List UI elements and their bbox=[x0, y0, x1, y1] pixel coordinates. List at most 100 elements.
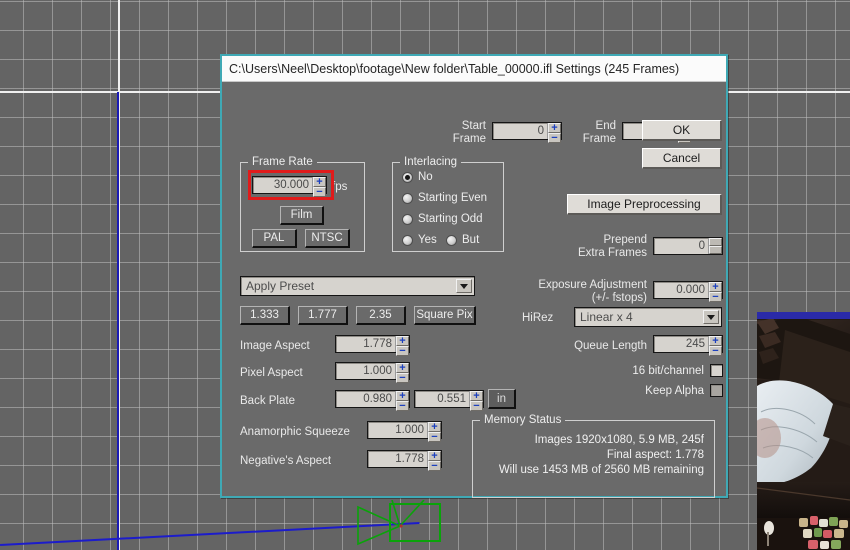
spinner-down-icon[interactable]: − bbox=[428, 432, 441, 443]
bit-depth-checkbox[interactable] bbox=[710, 364, 723, 377]
hirez-label: HiRez bbox=[522, 312, 554, 324]
chevron-down-icon[interactable] bbox=[456, 279, 472, 293]
start-frame-label-line1: Start bbox=[461, 120, 486, 132]
negatives-aspect-spinner[interactable]: + − bbox=[428, 451, 441, 472]
ntsc-preset-button[interactable]: NTSC bbox=[305, 229, 350, 248]
interlacing-option-no[interactable]: No bbox=[402, 171, 433, 183]
back-plate-spinner-1[interactable]: + − bbox=[396, 391, 409, 412]
negatives-aspect-field[interactable]: 1.778 + − bbox=[367, 450, 442, 472]
image-aspect-field[interactable]: 1.778 + − bbox=[335, 335, 410, 357]
spinner-down-icon[interactable]: − bbox=[313, 187, 326, 198]
frame-rate-field[interactable]: 30.000 + − bbox=[252, 176, 327, 198]
spinner-down-icon[interactable] bbox=[709, 246, 722, 254]
frame-rate-spinner[interactable]: + − bbox=[313, 177, 326, 198]
anamorphic-squeeze-field[interactable]: 1.000 + − bbox=[367, 421, 442, 443]
ok-button[interactable]: OK bbox=[642, 120, 722, 141]
pixel-aspect-label: Pixel Aspect bbox=[240, 367, 303, 379]
exposure-label-line1: Exposure Adjustment bbox=[538, 279, 647, 291]
prepend-extra-frames-spinner[interactable] bbox=[709, 238, 722, 254]
interlacing-option-starting-odd[interactable]: Starting Odd bbox=[402, 213, 483, 225]
prepend-label-line1: Prepend bbox=[603, 234, 647, 246]
end-frame-label-line2: Frame bbox=[582, 133, 616, 145]
start-frame-label: Start Frame bbox=[422, 120, 486, 146]
dialog-body: Start Frame 0 +− End Frame 244 +− OK Can… bbox=[222, 82, 726, 498]
radio-dot-icon bbox=[402, 213, 413, 225]
fps-units-label: fps bbox=[332, 181, 348, 193]
memory-status-line1: Images 1920x1080, 5.9 MB, 245f bbox=[534, 434, 704, 446]
spinner-down-icon[interactable]: − bbox=[396, 401, 409, 412]
queue-length-field[interactable]: 245 + − bbox=[653, 335, 723, 357]
exposure-adjustment-spinner[interactable]: + − bbox=[709, 282, 722, 303]
interlacing-option-yes[interactable]: Yes bbox=[402, 234, 437, 246]
image-aspect-label: Image Aspect bbox=[240, 340, 310, 352]
prepend-extra-frames-field[interactable]: 0 bbox=[653, 237, 723, 255]
photo-top-band bbox=[757, 312, 850, 319]
queue-length-spinner[interactable]: + − bbox=[709, 336, 722, 357]
memory-status-line2: Final aspect: 1.778 bbox=[606, 449, 704, 461]
spinner-down-icon[interactable]: − bbox=[396, 373, 409, 384]
queue-length-label: Queue Length bbox=[574, 340, 647, 352]
keep-alpha-label: Keep Alpha bbox=[645, 384, 704, 397]
negatives-aspect-value[interactable]: 1.778 bbox=[368, 451, 428, 467]
interlacing-option-starting-even[interactable]: Starting Even bbox=[402, 192, 487, 204]
queue-length-value[interactable]: 245 bbox=[654, 336, 709, 352]
frame-rate-value[interactable]: 30.000 bbox=[253, 177, 313, 193]
spinner-down-icon[interactable]: − bbox=[428, 461, 441, 472]
interlacing-option-yes-label: Yes bbox=[418, 234, 437, 246]
pal-preset-button[interactable]: PAL bbox=[252, 229, 297, 248]
film-preset-button[interactable]: Film bbox=[280, 206, 324, 225]
chevron-down-icon[interactable] bbox=[703, 310, 719, 324]
exposure-adjustment-value[interactable]: 0.000 bbox=[654, 282, 709, 298]
back-plate-value-2[interactable]: 0.551 bbox=[415, 391, 470, 407]
back-plate-spinner-2[interactable]: + − bbox=[470, 391, 483, 412]
ifl-settings-dialog: C:\Users\Neel\Desktop\footage\New folder… bbox=[220, 54, 728, 498]
spinner-up-icon[interactable] bbox=[709, 238, 722, 246]
preset-235-button[interactable]: 2.35 bbox=[356, 306, 406, 325]
pixel-aspect-spinner[interactable]: + − bbox=[396, 363, 409, 384]
prepend-extra-frames-value[interactable]: 0 bbox=[654, 238, 709, 254]
exposure-adjustment-field[interactable]: 0.000 + − bbox=[653, 281, 723, 303]
interlacing-option-starting-odd-label: Starting Odd bbox=[418, 213, 483, 225]
preset-1777-button[interactable]: 1.777 bbox=[298, 306, 348, 325]
negatives-aspect-label: Negative's Aspect bbox=[240, 455, 332, 467]
pixel-aspect-field[interactable]: 1.000 + − bbox=[335, 362, 410, 384]
radio-dot-icon bbox=[402, 171, 413, 183]
back-plate-units-button[interactable]: in bbox=[488, 389, 516, 409]
interlacing-option-starting-even-label: Starting Even bbox=[418, 192, 488, 204]
back-plate-field-2[interactable]: 0.551 + − bbox=[414, 390, 484, 412]
spinner-down-icon[interactable]: − bbox=[709, 292, 722, 303]
radio-dot-icon bbox=[446, 234, 457, 246]
bit-depth-label: 16 bit/channel bbox=[632, 364, 704, 377]
preset-square-pix-button[interactable]: Square Pix bbox=[414, 306, 476, 325]
memory-status-group-title: Memory Status bbox=[480, 414, 566, 426]
back-plate-value-1[interactable]: 0.980 bbox=[336, 391, 396, 407]
frame-rate-group-title: Frame Rate bbox=[248, 156, 317, 168]
interlacing-group-title: Interlacing bbox=[400, 156, 462, 168]
image-preprocessing-button[interactable]: Image Preprocessing bbox=[567, 194, 722, 215]
hirez-combo[interactable]: Linear x 4 bbox=[574, 307, 722, 327]
spinner-down-icon[interactable]: − bbox=[396, 346, 409, 357]
anamorphic-squeeze-spinner[interactable]: + − bbox=[428, 422, 441, 443]
keep-alpha-checkbox-row[interactable]: Keep Alpha bbox=[582, 384, 723, 397]
apply-preset-combo[interactable]: Apply Preset bbox=[240, 276, 475, 296]
bit-depth-checkbox-row[interactable]: 16 bit/channel bbox=[582, 364, 723, 377]
pixel-aspect-value[interactable]: 1.000 bbox=[336, 363, 396, 379]
start-frame-label-line2: Frame bbox=[452, 133, 486, 145]
spinner-down-icon[interactable]: − bbox=[470, 401, 483, 412]
prepend-extra-frames-label: Prepend Extra Frames bbox=[552, 234, 647, 260]
keep-alpha-checkbox[interactable] bbox=[710, 384, 723, 397]
preset-1333-button[interactable]: 1.333 bbox=[240, 306, 290, 325]
interlacing-option-but[interactable]: But bbox=[446, 234, 479, 246]
image-aspect-spinner[interactable]: + − bbox=[396, 336, 409, 357]
dialog-titlebar: C:\Users\Neel\Desktop\footage\New folder… bbox=[222, 56, 726, 82]
interlacing-option-no-label: No bbox=[418, 171, 433, 183]
image-aspect-value[interactable]: 1.778 bbox=[336, 336, 396, 352]
start-frame-value[interactable]: 0 bbox=[493, 123, 548, 139]
cancel-button[interactable]: Cancel bbox=[642, 148, 722, 169]
anamorphic-squeeze-value[interactable]: 1.000 bbox=[368, 422, 428, 438]
exposure-adjustment-label: Exposure Adjustment (+/- fstops) bbox=[512, 279, 647, 305]
back-plate-field-1[interactable]: 0.980 + − bbox=[335, 390, 410, 412]
spinner-down-icon[interactable]: − bbox=[709, 346, 722, 357]
apply-preset-value: Apply Preset bbox=[246, 279, 315, 293]
memory-status-group: Memory Status Images 1920x1080, 5.9 MB, … bbox=[472, 414, 715, 498]
